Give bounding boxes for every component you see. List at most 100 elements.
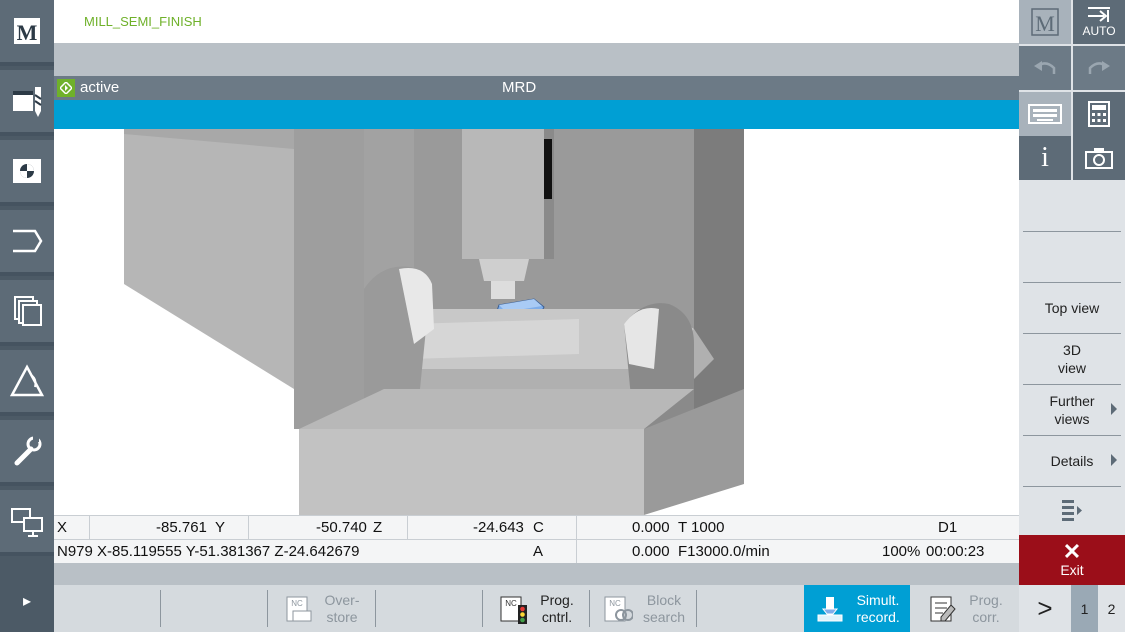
svg-text:NC: NC — [291, 599, 303, 608]
program-manager-button[interactable] — [0, 210, 54, 276]
next-page-button[interactable]: > — [1019, 585, 1071, 632]
program-correction-softkey[interactable]: Prog. corr. — [911, 585, 1019, 632]
3d-view-softkey[interactable]: 3D view — [1023, 333, 1121, 383]
redo-button[interactable] — [1073, 46, 1125, 90]
diagnosis-icon — [14, 296, 42, 326]
alarm-area-button[interactable] — [0, 350, 54, 416]
vertical-softkey-empty-1[interactable] — [1023, 231, 1121, 281]
calculator-button[interactable] — [1073, 92, 1125, 136]
right-vertical-panel: M AUTO i Top view 3D view Further views … — [1019, 0, 1125, 632]
parameter-area-button[interactable] — [0, 140, 54, 206]
exit-softkey[interactable]: ✕ Exit — [1019, 535, 1125, 585]
close-icon: ✕ — [1062, 539, 1082, 564]
details-softkey[interactable]: Details — [1023, 435, 1121, 485]
overstore-label: Over- store — [324, 591, 360, 625]
program-manager-icon — [13, 229, 43, 253]
page-1-button[interactable]: 1 — [1071, 585, 1098, 632]
dialog-line — [54, 563, 1019, 585]
chevron-right-icon — [1111, 403, 1117, 415]
top-view-label: Top view — [1044, 299, 1100, 316]
auto-mode-icon — [1088, 7, 1110, 22]
program-header: MILL_SEMI_FINISH — [54, 0, 1019, 43]
alarm-icon — [9, 364, 45, 397]
auto-mode-label: AUTO — [1082, 24, 1116, 38]
machine-area-button[interactable]: M — [0, 0, 54, 66]
y-axis-value: -50.740 — [316, 519, 367, 536]
a-axis-value: 0.000 — [632, 543, 670, 560]
list-more-icon — [1062, 499, 1082, 521]
z-axis-value: -24.643 — [473, 519, 524, 536]
more-softkey[interactable] — [1023, 486, 1121, 534]
machine-icon: M — [1031, 8, 1059, 36]
active-tool: T 1000 — [678, 519, 725, 536]
program-icon — [13, 87, 42, 117]
program-area-button[interactable] — [0, 70, 54, 136]
keyboard-button[interactable] — [1019, 92, 1071, 136]
block-search-softkey[interactable]: NC Block search — [590, 585, 696, 632]
softkey-page-selector: > 1 2 — [1019, 585, 1125, 632]
diagnosis-area-button[interactable] — [0, 280, 54, 346]
nc-overstore-icon: NC — [286, 596, 311, 621]
screenshot-button[interactable] — [1073, 136, 1125, 180]
program-correction-label: Prog. corr. — [969, 591, 1003, 625]
setup-icon — [14, 436, 42, 466]
overstore-softkey[interactable]: NC Over- store — [268, 585, 374, 632]
undo-icon — [1034, 61, 1056, 74]
undo-button[interactable] — [1019, 46, 1071, 90]
feedrate: F13000.0/min — [678, 543, 770, 560]
svg-text:NC: NC — [609, 599, 621, 608]
channel-mode-text: MRD — [502, 79, 537, 96]
further-views-softkey[interactable]: Further views — [1023, 384, 1121, 434]
feed-override: 100% — [882, 543, 921, 560]
machine-icon: M — [14, 18, 40, 45]
auto-mode-button[interactable]: AUTO — [1073, 0, 1125, 44]
nc-program-control-icon: NC — [500, 596, 528, 624]
current-block: N979 X-85.119555 Y-51.381367 Z-24.642679 — [57, 543, 360, 560]
exit-label: Exit — [1060, 562, 1084, 578]
details-label: Details — [1050, 452, 1094, 469]
calculator-icon — [1088, 101, 1110, 127]
a-axis-label: A — [533, 543, 544, 560]
simultaneous-recording-label: Simult. record. — [856, 591, 900, 625]
active-program-line-bar — [54, 100, 1019, 129]
z-axis-label: Z — [373, 519, 383, 536]
left-operating-area-bar: M ▸ — [0, 0, 54, 632]
simultaneous-recording-icon — [817, 596, 843, 621]
page-2-button[interactable]: 2 — [1098, 585, 1125, 632]
redo-icon — [1088, 61, 1110, 74]
header-message-bar — [54, 43, 1019, 76]
x-axis-label: X — [57, 519, 68, 536]
c-axis-value: 0.000 — [632, 519, 670, 536]
svg-text:NC: NC — [505, 599, 517, 608]
position-row-2: N979 X-85.119555 Y-51.381367 Z-24.642679… — [54, 539, 1019, 564]
program-control-softkey[interactable]: NC Prog. cntrl. — [483, 585, 589, 632]
machine-3d-render — [124, 129, 744, 515]
further-views-label: Further views — [1049, 392, 1095, 427]
info-icon: i — [1041, 142, 1049, 173]
simultaneous-recording-softkey[interactable]: Simult. record. — [804, 585, 910, 632]
setup-area-button[interactable] — [0, 420, 54, 486]
info-button[interactable]: i — [1019, 136, 1071, 180]
network-icon — [11, 508, 43, 537]
chevron-right-icon: ▸ — [22, 593, 32, 610]
network-area-button[interactable] — [0, 490, 54, 556]
program-correction-icon — [930, 596, 956, 621]
program-control-label: Prog. cntrl. — [540, 591, 574, 625]
machine-menu-button[interactable]: M — [1019, 0, 1071, 44]
y-axis-label: Y — [215, 519, 226, 536]
active-status-icon — [57, 79, 75, 97]
sinumerik-screen: M ▸ MILL_SEMI_FINISH active MRD X -85.76… — [0, 0, 1125, 632]
nc-block-search-icon: NC — [604, 596, 633, 621]
chevron-right-icon — [1111, 454, 1117, 466]
offset-icon — [13, 159, 41, 183]
simulation-viewport[interactable] — [54, 129, 1019, 515]
top-view-softkey[interactable]: Top view — [1023, 282, 1121, 332]
x-axis-value: -85.761 — [156, 519, 207, 536]
channel-status-bar: active MRD — [54, 76, 1019, 100]
left-bar-expander[interactable]: ▸ — [0, 570, 54, 632]
3d-view-label: 3D view — [1057, 341, 1086, 376]
horizontal-softkey-bar: NC Over- store NC Prog. cntrl. NC Block … — [54, 585, 1019, 632]
block-search-label: Block search — [642, 591, 686, 625]
camera-icon — [1085, 148, 1113, 169]
position-row-1: X -85.761 Y -50.740 Z -24.643 C 0.000 T … — [54, 515, 1019, 540]
